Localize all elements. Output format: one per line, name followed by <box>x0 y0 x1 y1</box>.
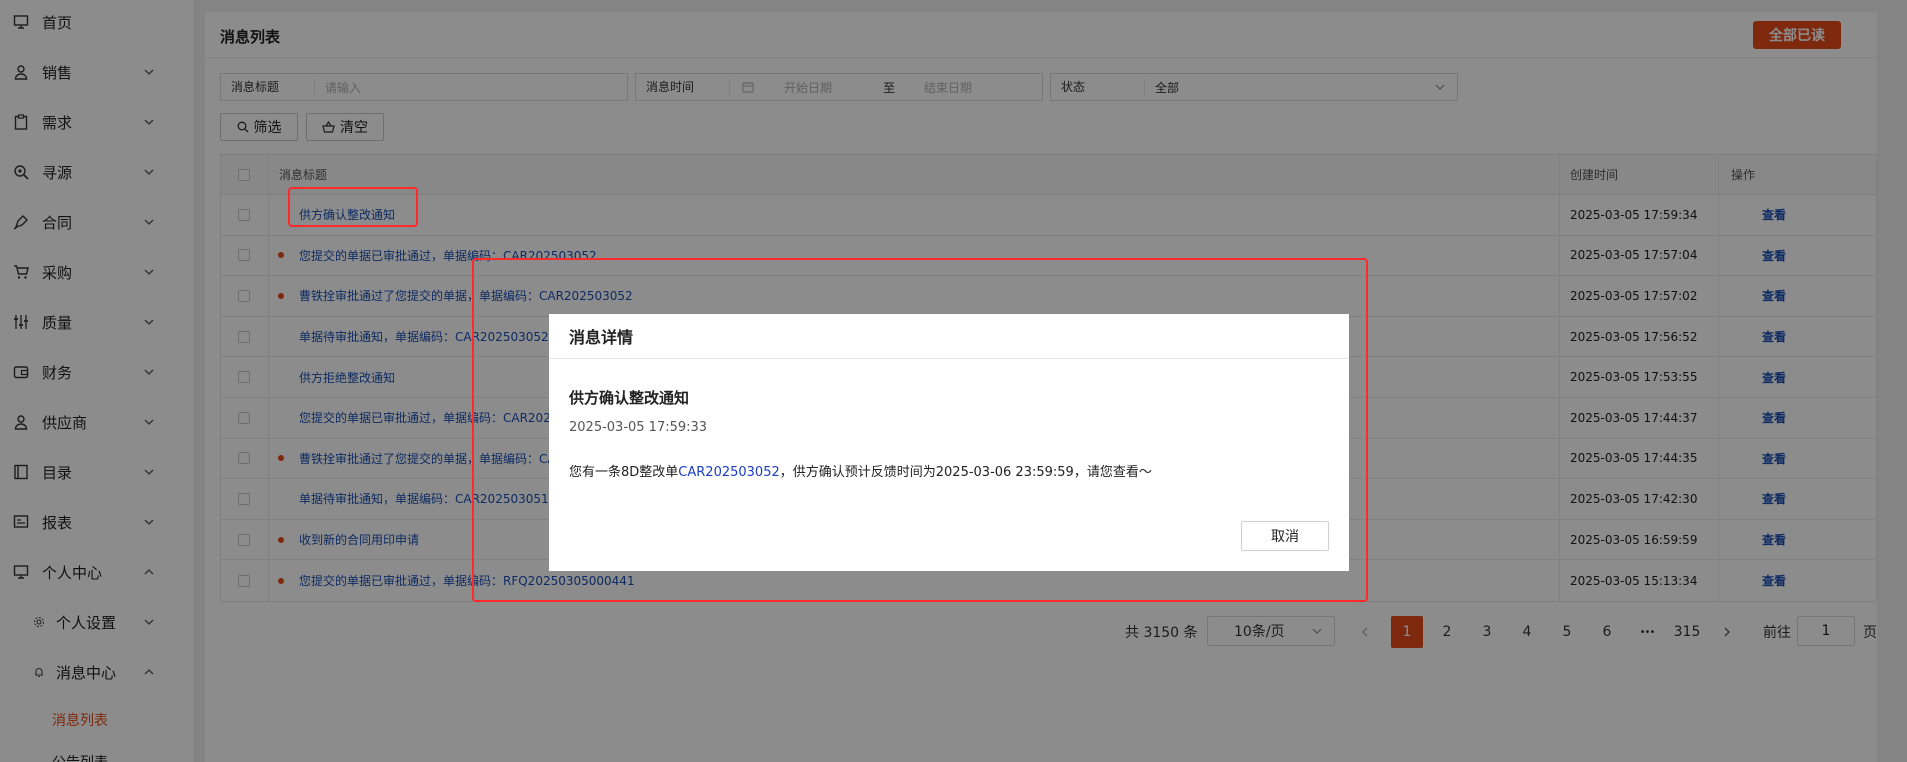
annotation-highlight <box>472 258 1368 602</box>
annotation-highlight <box>288 187 418 227</box>
